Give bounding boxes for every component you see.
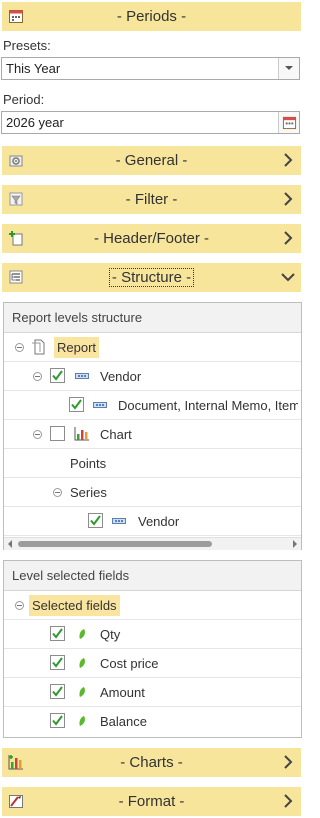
field-label: Balance	[100, 714, 147, 729]
charts-title: - Charts -	[120, 754, 183, 771]
calendar-icon	[282, 116, 296, 130]
collapse-toggle[interactable]	[15, 343, 24, 352]
filter-section-header[interactable]: - Filter -	[2, 185, 301, 214]
structure-icon	[9, 270, 23, 284]
collapse-toggle[interactable]	[15, 601, 24, 610]
presets-dropdown-button[interactable]	[278, 58, 299, 79]
collapse-toggle[interactable]	[33, 372, 42, 381]
cost-price-checkbox[interactable]	[50, 655, 65, 670]
dropdown-arrow-icon	[285, 66, 293, 70]
checkmark-icon	[71, 399, 82, 410]
header-footer-title: - Header/Footer -	[93, 230, 210, 247]
chevron-right-icon	[284, 192, 293, 206]
series-vendor-checkbox[interactable]	[88, 513, 103, 528]
add-page-icon	[9, 231, 23, 246]
selected-fields-panel: Level selected fields Selected fields Qt…	[3, 560, 302, 738]
field-label: Cost price	[100, 656, 159, 671]
tree-row-series[interactable]: Series	[4, 478, 301, 507]
format-section-header[interactable]: - Format -	[2, 787, 301, 816]
tree-row-report[interactable]: Report	[4, 333, 301, 362]
tree-row-document-item[interactable]: Document, Internal Memo, Item	[4, 391, 301, 420]
report-structure-panel: Report levels structure Report Vendor Do…	[3, 302, 302, 550]
presets-value: This Year	[6, 61, 61, 76]
balance-checkbox[interactable]	[50, 713, 65, 728]
document-icon	[32, 339, 45, 355]
amount-checkbox[interactable]	[50, 684, 65, 699]
collapse-toggle[interactable]	[33, 430, 42, 439]
qty-checkbox[interactable]	[50, 626, 65, 641]
scroll-left-icon[interactable]	[7, 540, 13, 548]
resource-leaf-icon	[79, 687, 85, 697]
tree-label: Document, Internal Memo, Item	[118, 398, 298, 413]
filter-icon	[9, 192, 23, 206]
tree-row-points[interactable]: Points	[4, 449, 301, 478]
charts-section-header[interactable]: - Charts -	[2, 748, 301, 777]
report-structure-title: Report levels structure	[4, 303, 301, 333]
period-field[interactable]: 2026 year	[1, 111, 300, 134]
calendar-icon	[9, 10, 23, 23]
document-item-checkbox[interactable]	[69, 397, 84, 412]
tree-label: Chart	[100, 427, 132, 442]
period-calendar-button[interactable]	[278, 112, 299, 133]
general-title: - General -	[115, 152, 188, 169]
periods-section-header[interactable]: - Periods -	[2, 2, 301, 31]
tree-label: Vendor	[138, 514, 180, 529]
resource-leaf-icon	[79, 716, 85, 726]
field-row-amount[interactable]: Amount	[4, 678, 301, 707]
checkmark-icon	[52, 657, 63, 668]
gear-icon	[9, 155, 23, 167]
chevron-down-icon	[281, 273, 295, 282]
tree-label: Vendor	[100, 369, 142, 384]
checkmark-icon	[90, 515, 101, 526]
grouping-icon	[112, 518, 126, 524]
scrollbar-thumb[interactable]	[18, 541, 212, 547]
grouping-icon	[93, 402, 107, 408]
field-row-qty[interactable]: Qty	[4, 620, 301, 649]
tree-label: Series	[70, 485, 107, 500]
field-label: Qty	[100, 627, 121, 642]
structure-section-header[interactable]: - Structure -	[2, 263, 301, 292]
general-section-header[interactable]: - General -	[2, 146, 301, 175]
tree-row-vendor[interactable]: Vendor	[4, 362, 301, 391]
resource-leaf-icon	[79, 629, 85, 639]
scroll-right-icon[interactable]	[292, 540, 298, 548]
structure-title: - Structure -	[108, 268, 195, 287]
presets-label: Presets:	[3, 38, 51, 53]
format-title: - Format -	[118, 793, 185, 810]
checkmark-icon	[52, 715, 63, 726]
filter-title: - Filter -	[125, 191, 178, 208]
tree-row-series-vendor[interactable]: Vendor	[4, 507, 301, 536]
selected-fields-title: Level selected fields	[4, 561, 301, 591]
chevron-right-icon	[284, 153, 293, 167]
chart-checkbox[interactable]	[50, 426, 65, 441]
vendor-checkbox[interactable]	[50, 368, 65, 383]
grouping-icon	[75, 373, 89, 379]
checkmark-icon	[52, 628, 63, 639]
tree-row-selected-fields[interactable]: Selected fields	[4, 591, 301, 620]
bar-chart-icon	[8, 755, 23, 770]
periods-title: - Periods -	[116, 8, 187, 25]
field-row-balance[interactable]: Balance	[4, 707, 301, 736]
checkmark-icon	[52, 686, 63, 697]
checkmark-icon	[52, 370, 63, 381]
tree-label: Selected fields	[29, 595, 120, 616]
presets-select[interactable]: This Year	[1, 57, 300, 80]
collapse-toggle[interactable]	[53, 488, 62, 497]
format-icon	[9, 795, 23, 808]
field-row-cost-price[interactable]: Cost price	[4, 649, 301, 678]
resource-leaf-icon	[79, 658, 85, 668]
chevron-right-icon	[284, 231, 293, 245]
bar-chart-icon	[74, 427, 89, 441]
tree-label: Points	[70, 456, 107, 471]
period-label: Period:	[3, 92, 45, 107]
horizontal-scrollbar[interactable]	[4, 537, 301, 550]
period-value: 2026 year	[6, 115, 64, 130]
chevron-right-icon	[284, 794, 293, 808]
header-footer-section-header[interactable]: - Header/Footer -	[2, 224, 301, 253]
tree-row-chart[interactable]: Chart	[4, 420, 301, 449]
tree-label: Report	[54, 337, 100, 358]
chevron-right-icon	[284, 755, 293, 769]
field-label: Amount	[100, 685, 145, 700]
